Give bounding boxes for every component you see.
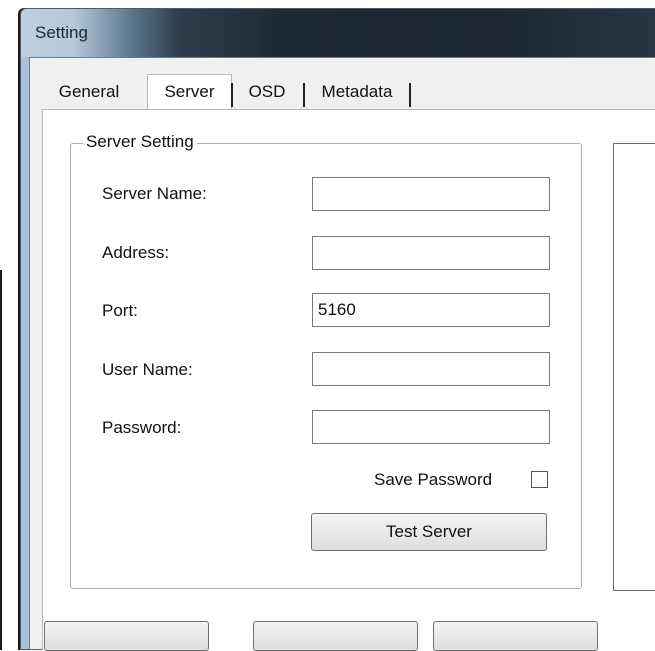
port-label: Port: (102, 301, 138, 320)
bottom-button[interactable] (253, 621, 418, 651)
tab-general[interactable]: General (35, 77, 143, 107)
tab-separator (231, 83, 233, 107)
server-name-label: Server Name: (102, 184, 207, 203)
user-name-label: User Name: (102, 360, 193, 379)
tab-metadata[interactable]: Metadata (307, 77, 407, 107)
tab-separator (303, 83, 305, 107)
user-name-input[interactable] (312, 352, 550, 386)
tab-osd[interactable]: OSD (235, 77, 299, 107)
tab-server[interactable]: Server (147, 74, 232, 109)
server-name-input[interactable] (312, 177, 550, 211)
address-label: Address: (102, 243, 170, 262)
save-password-label: Save Password (374, 470, 493, 489)
address-input[interactable] (312, 236, 550, 270)
window-shadow-edge (0, 270, 2, 650)
password-input[interactable] (312, 410, 550, 444)
password-label: Password: (102, 418, 182, 437)
side-list-panel[interactable] (613, 143, 655, 591)
port-input[interactable] (312, 293, 550, 327)
title-bar[interactable]: Setting (21, 9, 655, 57)
save-password-checkbox[interactable] (531, 471, 548, 488)
bottom-button[interactable] (44, 621, 209, 651)
window-title: Setting (35, 23, 88, 42)
test-server-button[interactable]: Test Server (311, 513, 547, 551)
tab-separator (409, 83, 411, 107)
bottom-button[interactable] (433, 621, 598, 651)
server-setting-group-label: Server Setting (83, 132, 197, 152)
